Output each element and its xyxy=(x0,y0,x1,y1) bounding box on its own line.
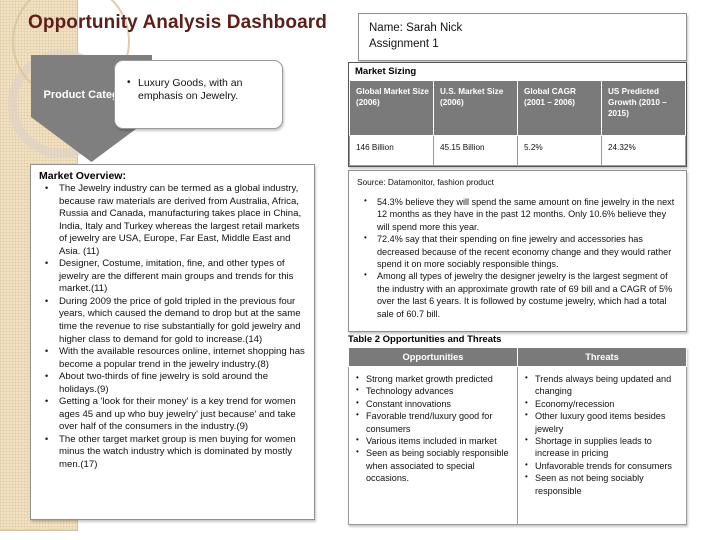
list-item: Shortage in supplies leads to increase i… xyxy=(521,434,681,460)
list-item: Unfavorable trends for consumers xyxy=(521,459,681,472)
column-header-global-market-size: Global Market Size (2006) xyxy=(349,80,434,136)
list-item: With the available resources online, int… xyxy=(37,345,308,371)
list-item: Designer, Costume, imitation, fine, and … xyxy=(37,257,308,296)
list-item: The other target market group is men buy… xyxy=(37,433,308,472)
opportunities-list: Strong market growth predicted Technolog… xyxy=(352,372,512,485)
cell-opportunities: Strong market growth predicted Technolog… xyxy=(348,366,518,525)
consumer-insights-box: Source: Datamonitor, fashion product 54.… xyxy=(348,170,687,332)
list-item: Economy/recession xyxy=(521,397,681,410)
list-item: 72.4% say that their spending on fine je… xyxy=(355,232,678,270)
swot-table-wrap: Opportunities Threats Strong market grow… xyxy=(348,347,687,525)
list-item: Luxury Goods, with an emphasis on Jewelr… xyxy=(127,76,272,103)
market-sizing-table: Global Market Size (2006) U.S. Market Si… xyxy=(349,80,686,166)
column-header-global-cagr: Global CAGR (2001 – 2006) xyxy=(517,80,602,136)
cell-global-cagr: 5.2% xyxy=(517,135,602,166)
list-item: Favorable trend/luxury good for consumer… xyxy=(352,409,512,435)
student-name: Name: Sarah Nick xyxy=(369,22,463,34)
list-item: Technology advances xyxy=(352,384,512,397)
product-category-callout: Luxury Goods, with an emphasis on Jewelr… xyxy=(114,60,283,129)
cell-us-predicted-growth: 24.32% xyxy=(601,135,686,166)
slide-canvas: Opportunity Analysis Dashboard Product C… xyxy=(0,0,720,540)
cell-global-market-size: 146 Billion xyxy=(349,135,434,166)
cell-us-market-size: 45.15 Billion xyxy=(433,135,518,166)
source-citation: Source: Datamonitor, fashion product xyxy=(357,177,494,187)
table-row: Strong market growth predicted Technolog… xyxy=(348,366,687,525)
consumer-insights-list: 54.3% believe they will spend the same a… xyxy=(355,195,678,320)
market-sizing-table-wrap: Market Sizing Global Market Size (2006) … xyxy=(348,62,687,167)
swot-table-caption: Table 2 Opportunities and Threats xyxy=(348,334,502,345)
column-header-opportunities: Opportunities xyxy=(348,347,518,367)
swot-table: Opportunities Threats Strong market grow… xyxy=(348,347,687,525)
table-header-row: Opportunities Threats xyxy=(348,347,687,367)
list-item: The Jewelry industry can be termed as a … xyxy=(37,182,308,258)
page-title: Opportunity Analysis Dashboard xyxy=(28,12,327,33)
product-category-list: Luxury Goods, with an emphasis on Jewelr… xyxy=(127,76,272,103)
market-sizing-caption: Market Sizing xyxy=(349,63,686,80)
list-item: Seen as not being sociably responsible xyxy=(521,471,681,497)
cell-threats: Trends always being updated and changing… xyxy=(517,366,687,525)
list-item: 54.3% believe they will spend the same a… xyxy=(355,195,678,233)
list-item: Seen as being sociably responsible when … xyxy=(352,446,512,484)
list-item: Constant innovations xyxy=(352,397,512,410)
market-overview-heading: Market Overview: xyxy=(39,170,126,182)
table-header-row: Global Market Size (2006) U.S. Market Si… xyxy=(349,80,686,136)
market-overview-list: The Jewelry industry can be termed as a … xyxy=(37,182,308,472)
list-item: Other luxury good items besides jewelry xyxy=(521,409,681,435)
column-header-us-predicted-growth: US Predicted Growth (2010 – 2015) xyxy=(601,80,686,136)
list-item: Trends always being updated and changing xyxy=(521,372,681,398)
list-item: Among all types of jewelry the designer … xyxy=(355,269,678,320)
student-name-box: Name: Sarah Nick Assignment 1 xyxy=(358,13,687,61)
assignment-label: Assignment 1 xyxy=(369,38,439,50)
table-row: 146 Billion 45.15 Billion 5.2% 24.32% xyxy=(349,135,686,166)
market-overview-box: Market Overview: The Jewelry industry ca… xyxy=(30,164,315,520)
column-header-us-market-size: U.S. Market Size (2006) xyxy=(433,80,518,136)
threats-list: Trends always being updated and changing… xyxy=(521,372,681,497)
list-item: About two-thirds of fine jewelry is sold… xyxy=(37,370,308,396)
list-item: Strong market growth predicted xyxy=(352,372,512,385)
column-header-threats: Threats xyxy=(517,347,687,367)
list-item: Various items included in market xyxy=(352,434,512,447)
list-item: During 2009 the price of gold tripled in… xyxy=(37,295,308,346)
list-item: Getting a 'look for their money' is a ke… xyxy=(37,395,308,434)
